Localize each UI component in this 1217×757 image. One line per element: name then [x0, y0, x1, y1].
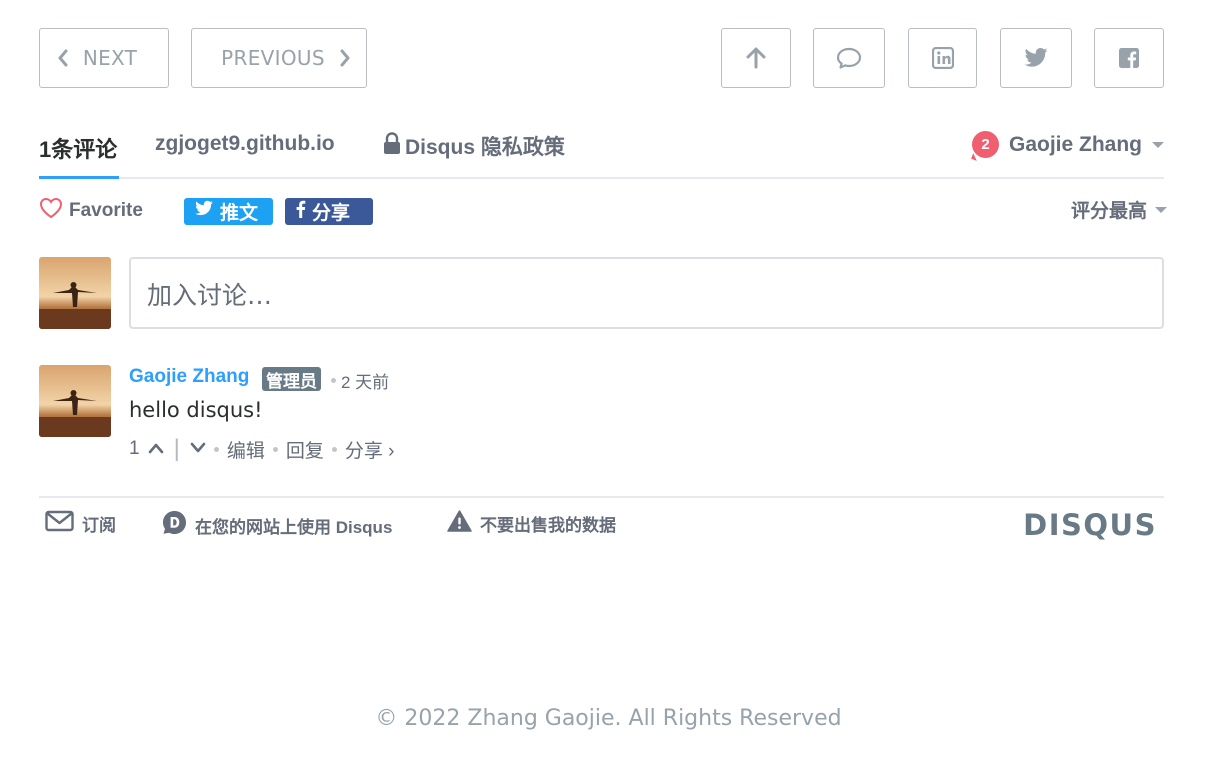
separator-dot: [213, 446, 219, 452]
next-button[interactable]: NEXT: [39, 28, 169, 88]
subscribe-label: 订阅: [82, 516, 116, 535]
linkedin-share-button[interactable]: [908, 28, 977, 88]
comments-button[interactable]: [813, 28, 885, 88]
tab-community[interactable]: zgjoget9.github.io: [155, 132, 335, 156]
next-label: NEXT: [82, 46, 138, 70]
envelope-icon: [45, 510, 74, 537]
favorite-label: Favorite: [69, 200, 143, 221]
scroll-top-button[interactable]: [721, 28, 791, 88]
vote-count: 1: [129, 438, 140, 459]
share-label: 分享: [312, 203, 351, 224]
heart-icon: [39, 197, 63, 225]
subscribe-link[interactable]: 订阅: [45, 510, 116, 537]
use-disqus-link[interactable]: 在您的网站上使用 Disqus: [162, 510, 392, 540]
copyright: © 2022 Zhang Gaojie. All Rights Reserved: [375, 706, 842, 731]
moderator-badge: 管理员: [262, 367, 321, 391]
comment-body: hello disqus!: [129, 398, 263, 422]
active-tab-indicator: [39, 176, 119, 179]
sort-label: 评分最高: [1070, 201, 1147, 222]
user-menu[interactable]: 2 Gaojie Zhang: [971, 131, 1164, 158]
tab-privacy-policy[interactable]: Disqus 隐私政策: [383, 131, 565, 161]
facebook-share-button[interactable]: [1094, 28, 1164, 88]
comment-author-avatar[interactable]: [39, 365, 111, 437]
facebook-share-small-button[interactable]: 分享: [285, 198, 373, 225]
disqus-logo[interactable]: DISQUS: [1023, 508, 1157, 542]
twitter-icon: [194, 200, 214, 223]
footer-divider: [39, 496, 1164, 498]
chevron-right-icon: [339, 49, 351, 67]
tab-comment-count[interactable]: 1条评论: [39, 132, 117, 164]
downvote-button[interactable]: [190, 438, 206, 460]
lock-icon: [383, 131, 401, 161]
comment-author[interactable]: Gaojie Zhang: [129, 366, 249, 388]
privacy-policy-label: Disqus 隐私政策: [405, 136, 565, 159]
facebook-f-icon: [295, 200, 306, 224]
chevron-left-icon: [57, 49, 69, 67]
favorite-button[interactable]: Favorite: [39, 197, 143, 225]
user-name: Gaojie Zhang: [1008, 132, 1142, 156]
comment-actions: 1 | 编辑 回复 分享 ›: [129, 435, 394, 463]
previous-button[interactable]: PREVIOUS: [191, 28, 367, 88]
edit-button[interactable]: 编辑: [227, 436, 265, 463]
do-not-sell-link[interactable]: 不要出售我的数据: [447, 510, 616, 537]
notification-badge[interactable]: 2: [971, 131, 999, 158]
separator-dot: [331, 446, 337, 452]
sort-dropdown[interactable]: 评分最高: [1071, 196, 1167, 223]
do-not-sell-label: 不要出售我的数据: [480, 516, 616, 535]
tweet-button[interactable]: 推文: [184, 198, 273, 225]
use-disqus-label: 在您的网站上使用 Disqus: [195, 517, 393, 537]
twitter-icon: [1023, 47, 1049, 69]
header-divider: [39, 177, 1164, 179]
linkedin-icon: [931, 47, 954, 69]
vote-divider: |: [173, 435, 180, 462]
tweet-label: 推文: [220, 203, 259, 224]
comment-time-label: 2 天前: [341, 373, 390, 392]
separator-dot: [331, 378, 336, 383]
share-comment-button[interactable]: 分享 ›: [345, 436, 395, 463]
disqus-d-icon: [162, 510, 187, 540]
arrow-up-icon: [744, 46, 768, 70]
comment-icon: [836, 46, 862, 70]
caret-down-icon: [1152, 141, 1164, 148]
avatar[interactable]: [39, 257, 111, 329]
reply-button[interactable]: 回复: [286, 436, 324, 463]
comment-timestamp[interactable]: 2 天前: [331, 368, 389, 393]
caret-down-icon: [1155, 206, 1167, 213]
warning-icon: [447, 510, 472, 537]
twitter-share-button[interactable]: [1000, 28, 1072, 88]
separator-dot: [272, 446, 278, 452]
facebook-icon: [1118, 47, 1140, 69]
comment-input[interactable]: 加入讨论…: [129, 257, 1164, 329]
upvote-button[interactable]: [148, 438, 164, 460]
previous-label: PREVIOUS: [221, 46, 325, 70]
